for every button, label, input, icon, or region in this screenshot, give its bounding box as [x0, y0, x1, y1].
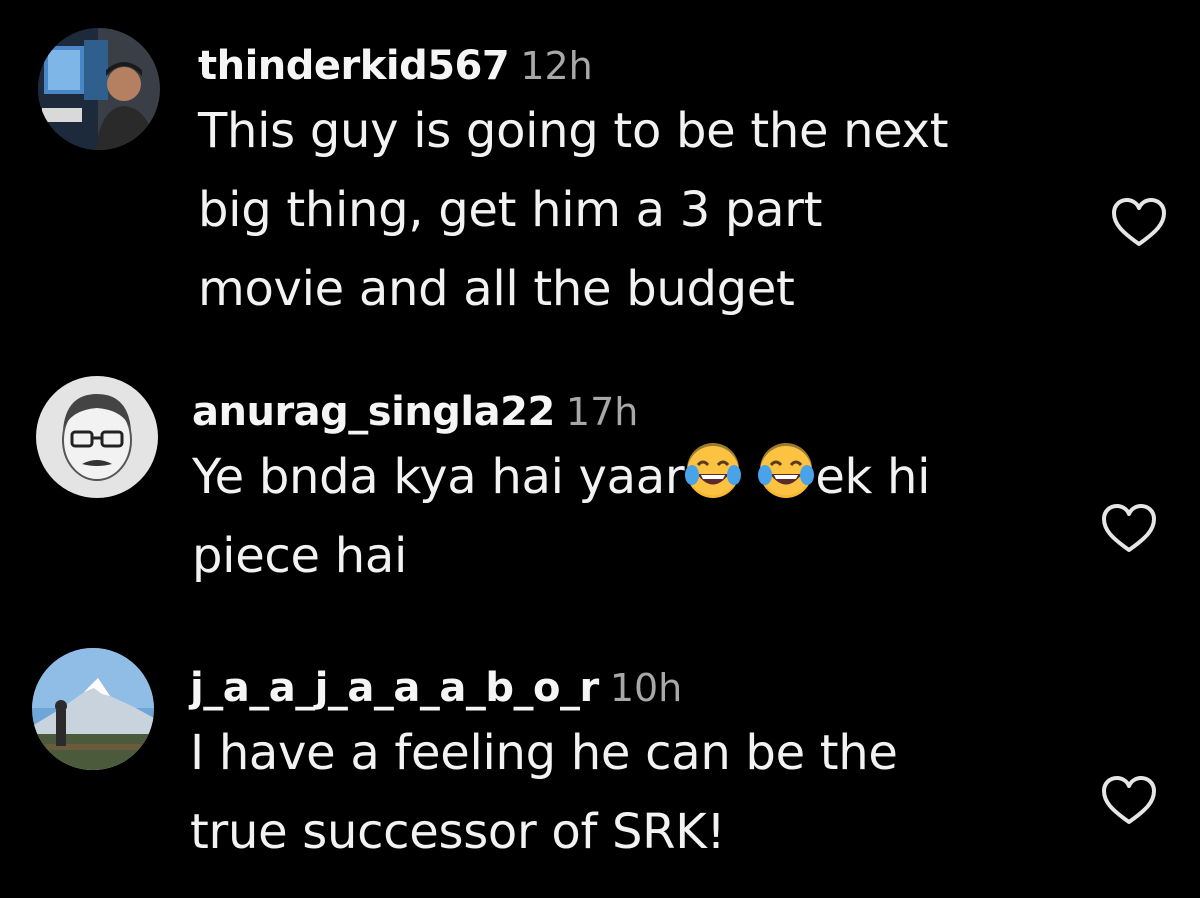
- face-with-tears-of-joy-icon: [757, 443, 815, 501]
- comment-text-segment: ek hi: [815, 449, 931, 505]
- like-heart-icon[interactable]: [1110, 196, 1168, 248]
- comment-username[interactable]: j_a_a_j_a_a_a_b_o_r: [190, 665, 599, 711]
- comment-text-line: piece hai: [192, 528, 407, 584]
- comment-text-line: This guy is going to be the next: [198, 103, 949, 159]
- profile-sketch-icon: [36, 376, 158, 498]
- comment-username[interactable]: anurag_singla22: [192, 389, 555, 435]
- comment-text-line: Ye bnda kya hai yaar ek hi: [192, 438, 1092, 517]
- profile-photo-icon: [32, 648, 154, 770]
- avatar[interactable]: [36, 376, 158, 498]
- comment-text: Ye bnda kya hai yaar ek hi piece hai: [192, 438, 1092, 596]
- face-with-tears-of-joy-icon: [684, 443, 742, 501]
- comment-text-line: movie and all the budget: [198, 261, 795, 317]
- comment-timestamp: 10h: [609, 666, 683, 710]
- comment-username[interactable]: thinderkid567: [198, 43, 510, 89]
- comment-text-line: true successor of SRK!: [190, 804, 726, 860]
- avatar[interactable]: [32, 648, 154, 770]
- comment-item: thinderkid567 12h This guy is going to b…: [0, 0, 1200, 340]
- comment-text-line: I have a feeling he can be the: [190, 725, 898, 781]
- comment-text-line: big thing, get him a 3 part: [198, 182, 823, 238]
- comment-text: I have a feeling he can be the true succ…: [190, 714, 1090, 872]
- profile-photo-icon: [38, 28, 160, 150]
- like-heart-icon[interactable]: [1100, 502, 1158, 554]
- comment-timestamp: 12h: [520, 44, 593, 88]
- comment-item: anurag_singla22 17h Ye bnda kya hai yaar…: [0, 340, 1200, 640]
- comment-item: j_a_a_j_a_a_a_b_o_r 10h I have a feeling…: [0, 640, 1200, 898]
- avatar[interactable]: [38, 28, 160, 150]
- comment-text-segment: Ye bnda kya hai yaar: [192, 449, 685, 505]
- like-heart-icon[interactable]: [1100, 774, 1158, 826]
- comment-timestamp: 17h: [565, 390, 639, 434]
- comment-text: This guy is going to be the next big thi…: [198, 92, 1098, 329]
